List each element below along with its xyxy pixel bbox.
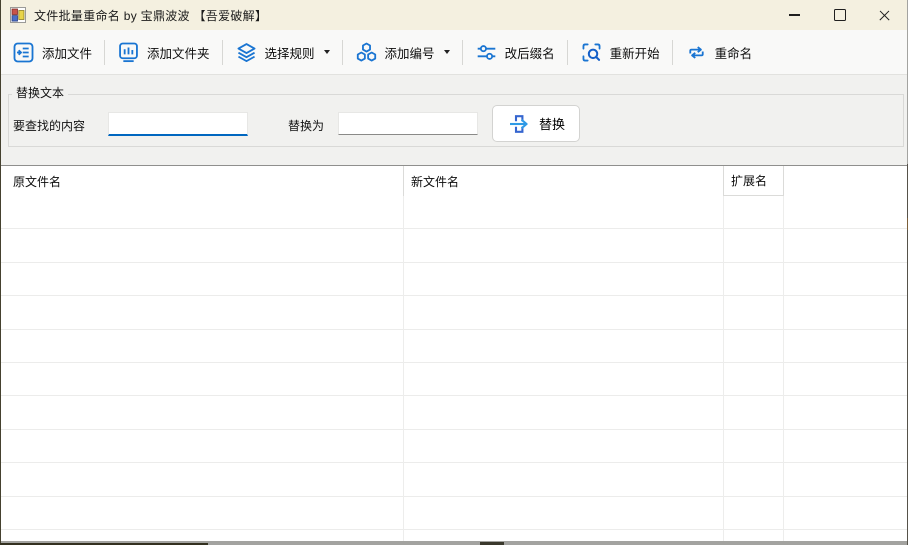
toolbar-button-label: 重新开始 xyxy=(610,43,660,62)
add-folder-button[interactable]: 添加文件夹 xyxy=(108,37,219,68)
restart-button[interactable]: 重新开始 xyxy=(571,37,669,68)
column-header-label: 新文件名 xyxy=(411,173,459,190)
titlebar: 文件批量重命名 by 宝鼎波波 【吾爱破解】 xyxy=(1,0,907,30)
chevron-down-icon xyxy=(444,50,450,54)
toolbar-separator xyxy=(567,40,568,65)
maximize-button[interactable] xyxy=(817,0,862,30)
find-label: 要查找的内容 xyxy=(13,117,85,134)
toolbar-separator xyxy=(342,40,343,65)
column-header-blank xyxy=(784,166,907,196)
hexagons-icon xyxy=(355,41,378,64)
replace-input[interactable] xyxy=(338,112,478,135)
table-row xyxy=(1,463,907,496)
toolbar-separator xyxy=(462,40,463,65)
add-folder-icon xyxy=(117,41,140,64)
app-window: 文件批量重命名 by 宝鼎波波 【吾爱破解】 添加文件 添加文件夹 xyxy=(1,0,907,541)
toolbar-button-label: 添加文件夹 xyxy=(147,43,210,62)
add-file-icon xyxy=(12,41,35,64)
table-row xyxy=(1,263,907,296)
toolbar-separator xyxy=(222,40,223,65)
select-rule-button[interactable]: 选择规则 xyxy=(226,37,339,68)
window-controls xyxy=(772,0,907,30)
table-row xyxy=(1,229,907,262)
chevron-down-icon xyxy=(324,50,330,54)
toolbar-button-label: 选择规则 xyxy=(265,43,315,62)
window-title: 文件批量重命名 by 宝鼎波波 【吾爱破解】 xyxy=(34,7,267,24)
replace-with-label: 替换为 xyxy=(288,117,324,134)
toolbar-button-label: 添加编号 xyxy=(385,43,435,62)
replace-arrow-icon xyxy=(507,112,531,136)
column-header-original-name[interactable]: 原文件名 xyxy=(1,166,404,196)
add-files-button[interactable]: 添加文件 xyxy=(3,37,101,68)
table-row xyxy=(1,196,907,229)
close-button[interactable] xyxy=(862,0,907,30)
column-header-extension[interactable]: 扩展名 xyxy=(724,166,784,196)
grid-line xyxy=(723,196,724,541)
file-list-header: 原文件名 新文件名 扩展名 xyxy=(1,166,907,196)
table-row xyxy=(1,430,907,463)
rename-button[interactable]: 重命名 xyxy=(676,37,762,68)
minimize-button[interactable] xyxy=(772,0,817,30)
grid-line xyxy=(783,196,784,541)
scan-search-icon xyxy=(580,41,603,64)
toolbar-button-label: 添加文件 xyxy=(42,43,92,62)
table-row xyxy=(1,296,907,329)
toolbar: 添加文件 添加文件夹 选择规则 xyxy=(1,30,907,75)
table-row xyxy=(1,497,907,530)
file-list: 原文件名 新文件名 扩展名 xyxy=(1,165,907,541)
column-header-label: 扩展名 xyxy=(731,172,767,189)
replace-groupbox: 替换文本 要查找的内容 替换为 替换 xyxy=(8,94,904,147)
toolbar-button-label: 重命名 xyxy=(715,43,753,62)
grid-line xyxy=(403,196,404,541)
column-header-new-name[interactable]: 新文件名 xyxy=(404,166,724,196)
file-list-body xyxy=(1,196,907,541)
table-row xyxy=(1,396,907,429)
add-number-button[interactable]: 添加编号 xyxy=(346,37,459,68)
toolbar-separator xyxy=(104,40,105,65)
toolbar-separator xyxy=(672,40,673,65)
replace-button-label: 替换 xyxy=(539,114,565,133)
change-extension-button[interactable]: 改后缀名 xyxy=(466,37,564,68)
maximize-icon xyxy=(834,9,846,21)
table-row xyxy=(1,530,907,541)
column-header-label: 原文件名 xyxy=(13,173,61,190)
replace-button[interactable]: 替换 xyxy=(492,105,580,142)
cycle-arrows-icon xyxy=(685,41,708,64)
table-row xyxy=(1,330,907,363)
replace-panel: 替换文本 要查找的内容 替换为 替换 xyxy=(1,75,907,165)
table-row xyxy=(1,363,907,396)
find-input[interactable] xyxy=(108,112,248,136)
layers-icon xyxy=(235,41,258,64)
app-icon xyxy=(10,7,26,23)
groupbox-title: 替换文本 xyxy=(12,86,68,100)
minimize-icon xyxy=(789,14,800,15)
toolbar-button-label: 改后缀名 xyxy=(505,43,555,62)
sliders-icon xyxy=(475,41,498,64)
close-icon xyxy=(878,9,891,22)
